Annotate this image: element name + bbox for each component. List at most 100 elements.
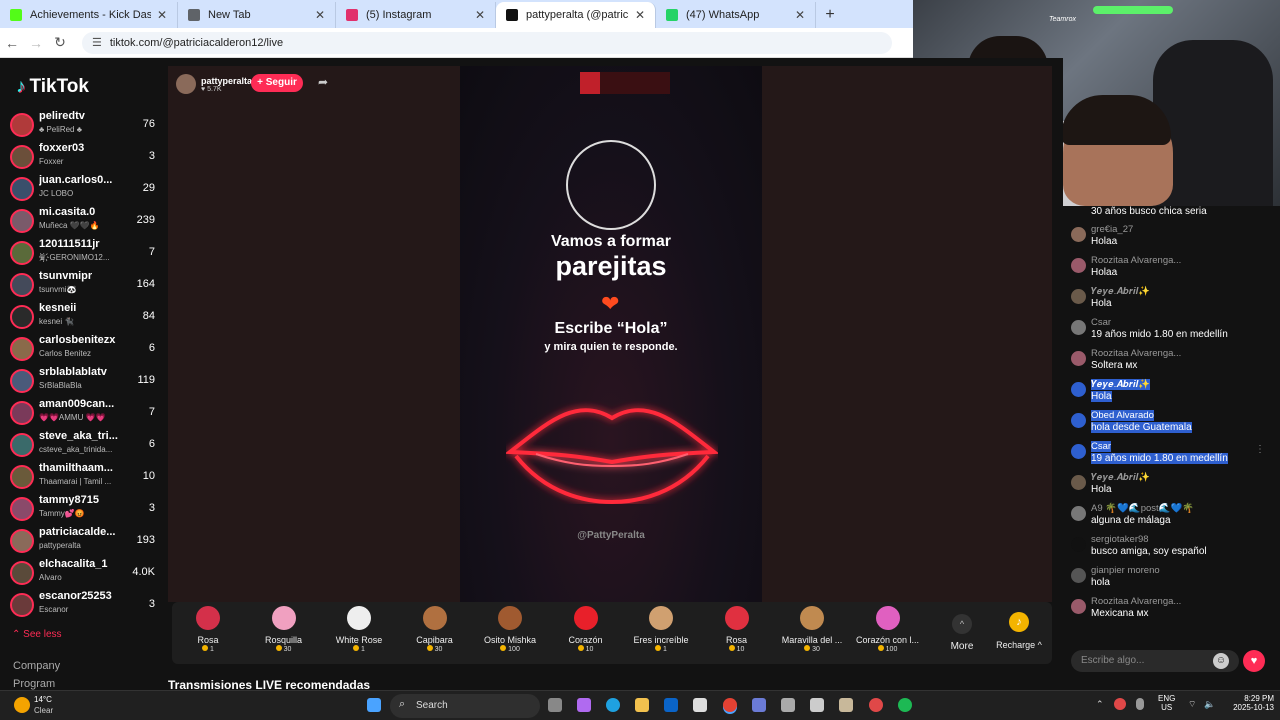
chat-avatar[interactable] bbox=[1071, 537, 1086, 552]
chat-username[interactable]: gre€ia_27 bbox=[1091, 224, 1133, 235]
gift-item[interactable]: Eres increíble 1 bbox=[626, 606, 696, 653]
chat-avatar[interactable] bbox=[1071, 475, 1086, 490]
sidebar-live-channel[interactable]: aman009can... 💗💗AMMU 💗💗 7 bbox=[10, 398, 155, 428]
task-view-icon[interactable] bbox=[548, 698, 562, 712]
edge-icon[interactable] bbox=[606, 698, 620, 712]
network-icon[interactable]: ⌔ bbox=[1188, 699, 1196, 710]
gift-item[interactable]: Corazón con l... 100 bbox=[853, 606, 923, 653]
emoji-icon[interactable]: ☺ bbox=[1213, 653, 1229, 669]
tab-close-icon[interactable]: ✕ bbox=[635, 8, 645, 22]
host-info[interactable]: pattyperalta ♥ 5.7K bbox=[176, 74, 252, 94]
new-tab-button[interactable]: + bbox=[816, 2, 844, 28]
recharge-button[interactable]: ♪ Recharge ^ bbox=[994, 612, 1044, 650]
share-icon[interactable]: ➦ bbox=[318, 75, 328, 89]
chat-avatar[interactable] bbox=[1071, 351, 1086, 366]
chat-username[interactable]: 𝒀𝒆𝒚𝒆.𝑨𝒃𝒓𝒊𝒍✨ bbox=[1091, 472, 1150, 483]
browser-tab[interactable]: pattyperalta (@patriciacald ✕ bbox=[496, 2, 656, 28]
notes-icon[interactable] bbox=[839, 698, 853, 712]
gift-item[interactable]: Osito Mishka 100 bbox=[475, 606, 545, 653]
sidebar-live-channel[interactable]: peliredtv ♣ PeliRed ♣ 76 bbox=[10, 110, 155, 140]
tools-icon[interactable] bbox=[810, 698, 824, 712]
gift-item[interactable]: Maravilla del ... 30 bbox=[777, 606, 847, 653]
url-field[interactable]: ☰ tiktok.com/@patriciacalderon12/live bbox=[82, 31, 892, 54]
chat-avatar[interactable] bbox=[1071, 444, 1086, 459]
microphone-icon[interactable] bbox=[1136, 698, 1144, 710]
chat-username[interactable]: Csar bbox=[1091, 441, 1112, 452]
chat-avatar[interactable] bbox=[1071, 258, 1086, 273]
gift-item[interactable]: Rosquilla 30 bbox=[249, 606, 319, 653]
system-clock[interactable]: 8:29 PM 2025-10-13 bbox=[1224, 694, 1274, 712]
chat-avatar[interactable] bbox=[1071, 289, 1086, 304]
chat-username[interactable]: sergiotaker98 bbox=[1091, 534, 1149, 545]
browser-tab[interactable]: (47) WhatsApp ✕ bbox=[656, 2, 816, 28]
language-indicator[interactable]: ENG US bbox=[1158, 694, 1175, 712]
sidebar-live-channel[interactable]: srblablablatv SrBlaBlaBla 119 bbox=[10, 366, 155, 396]
volume-icon[interactable]: 🔈 bbox=[1204, 699, 1215, 710]
site-info-icon[interactable]: ☰ bbox=[92, 36, 102, 49]
gift-item[interactable]: Rosa 10 bbox=[702, 606, 772, 653]
copilot-icon[interactable] bbox=[577, 698, 591, 712]
chat-username[interactable]: Roozitaa Alvarenga... bbox=[1091, 348, 1181, 359]
store-icon[interactable] bbox=[693, 698, 707, 712]
sidebar-live-channel[interactable]: thamilthaam... Thaamarai | Tamil ... 10 bbox=[10, 462, 155, 492]
tab-close-icon[interactable]: ✕ bbox=[475, 8, 485, 22]
follow-button[interactable]: + Seguir bbox=[251, 74, 303, 92]
chevron-up-icon[interactable]: ⌃ bbox=[1096, 699, 1104, 710]
sidebar-live-channel[interactable]: elchacalita_1 Alvaro 4.0K bbox=[10, 558, 155, 588]
chat-username[interactable]: gianpier moreno bbox=[1091, 565, 1160, 576]
tiktok-logo[interactable]: ♪ TikTok bbox=[16, 76, 89, 98]
tray-app-icon[interactable] bbox=[1114, 698, 1126, 710]
vpn-icon[interactable] bbox=[752, 698, 766, 712]
browser-tab[interactable]: Achievements - Kick Dashboard ✕ bbox=[0, 2, 178, 28]
like-heart-icon[interactable]: ♥ bbox=[1243, 650, 1265, 672]
chat-avatar[interactable] bbox=[1071, 413, 1086, 428]
gift-item[interactable]: Capibara 30 bbox=[400, 606, 470, 653]
chat-avatar[interactable] bbox=[1071, 227, 1086, 242]
chat-avatar[interactable] bbox=[1071, 506, 1086, 521]
more-gifts-button[interactable]: ^ More bbox=[942, 602, 982, 652]
chat-username[interactable]: 𝒀𝒆𝒚𝒆.𝑨𝒃𝒓𝒊𝒍✨ bbox=[1091, 286, 1150, 297]
tab-close-icon[interactable]: ✕ bbox=[315, 8, 325, 22]
sidebar-live-channel[interactable]: tsunvmipr tsunvmi🐼 164 bbox=[10, 270, 155, 300]
browser-tab[interactable]: New Tab ✕ bbox=[178, 2, 336, 28]
chat-username[interactable]: A9 🌴💙🌊post🌊💙🌴 bbox=[1091, 503, 1194, 514]
footer-program[interactable]: Program bbox=[13, 678, 55, 690]
chat-avatar[interactable] bbox=[1071, 382, 1086, 397]
see-less-link[interactable]: ⌃ See less bbox=[12, 629, 62, 640]
chat-username[interactable]: Roozitaa Alvarenga... bbox=[1091, 255, 1181, 266]
record-icon[interactable] bbox=[869, 698, 883, 712]
chat-avatar[interactable] bbox=[1071, 599, 1086, 614]
windows-start-icon[interactable] bbox=[367, 698, 381, 712]
sidebar-live-channel[interactable]: mi.casita.0 Muñeca 🖤🖤🔥 239 bbox=[10, 206, 155, 236]
reload-icon[interactable]: ↻ bbox=[48, 34, 72, 51]
sidebar-live-channel[interactable]: patriciacalde... pattyperalta 193 bbox=[10, 526, 155, 556]
sidebar-live-channel[interactable]: 120111511jr ♛҉GERONIMO12... 7 bbox=[10, 238, 155, 268]
sidebar-live-channel[interactable]: carlosbenitezx Carlos Benitez 6 bbox=[10, 334, 155, 364]
outlook-icon[interactable] bbox=[664, 698, 678, 712]
chat-username[interactable]: 𝒀𝒆𝒚𝒆.𝑨𝒃𝒓𝒊𝒍✨ bbox=[1091, 379, 1150, 390]
chat-username[interactable]: Csar bbox=[1091, 317, 1111, 328]
footer-company[interactable]: Company bbox=[13, 660, 60, 672]
message-more-icon[interactable]: ⋮ bbox=[1255, 444, 1265, 455]
sidebar-live-channel[interactable]: foxxer03 Foxxer 3 bbox=[10, 142, 155, 172]
gift-item[interactable]: White Rose 1 bbox=[324, 606, 394, 653]
chat-avatar[interactable] bbox=[1071, 568, 1086, 583]
chat-username[interactable]: Obed Alvarado bbox=[1091, 410, 1154, 421]
chat-avatar[interactable] bbox=[1071, 320, 1086, 335]
sidebar-live-channel[interactable]: tammy8715 Tammy💕😡 3 bbox=[10, 494, 155, 524]
forward-icon[interactable]: → bbox=[24, 35, 48, 51]
chrome-icon[interactable] bbox=[723, 698, 737, 712]
tab-close-icon[interactable]: ✕ bbox=[795, 8, 805, 22]
browser-tab[interactable]: (5) Instagram ✕ bbox=[336, 2, 496, 28]
taskbar-search[interactable]: Search bbox=[390, 694, 540, 718]
apps-grid-icon[interactable] bbox=[781, 698, 795, 712]
chat-username[interactable]: Roozitaa Alvarenga... bbox=[1091, 596, 1181, 607]
sidebar-live-channel[interactable]: steve_aka_tri... ᴄsteve_aka_trinida... 6 bbox=[10, 430, 155, 460]
live-video[interactable]: Vamos a formar parejitas ❤ Escribe “Hola… bbox=[460, 66, 762, 602]
host-name[interactable]: pattyperalta bbox=[201, 76, 252, 86]
sidebar-live-channel[interactable]: juan.carlos0... JC LOBO 29 bbox=[10, 174, 155, 204]
sidebar-live-channel[interactable]: escanor25253 Escanor 3 bbox=[10, 590, 155, 620]
host-avatar[interactable] bbox=[176, 74, 196, 94]
spotify-icon[interactable] bbox=[898, 698, 912, 712]
back-icon[interactable]: ← bbox=[0, 35, 24, 51]
